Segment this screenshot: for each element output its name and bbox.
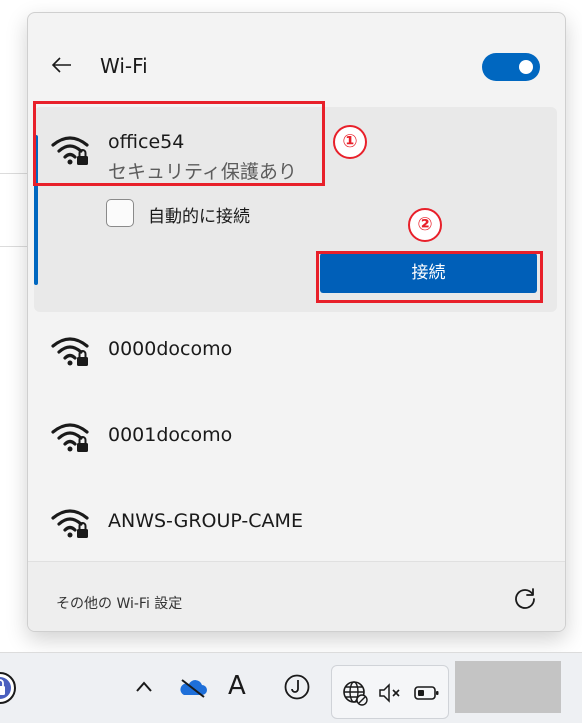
annotation-box-network [33,101,325,186]
refresh-icon[interactable] [512,586,538,612]
ime-mode-indicator[interactable]: A [228,671,246,701]
auto-connect-label: 自動的に接続 [148,207,250,227]
wifi-locked-icon [51,423,89,452]
back-arrow-icon[interactable] [50,53,74,77]
annotation-step-1: ① [333,125,367,159]
network-item[interactable]: 0001docomo [34,398,557,478]
wifi-locked-icon [51,337,89,366]
network-name: ANWS-GROUP-CAME [108,510,303,532]
more-wifi-settings-link[interactable]: その他の Wi-Fi 設定 [56,593,182,613]
wifi-toggle[interactable] [482,53,540,81]
security-app-icon[interactable] [0,669,20,707]
network-name: 0001docomo [108,424,233,446]
annotation-box-connect [316,251,543,303]
network-globe-icon [343,681,368,706]
network-item[interactable]: ANWS-GROUP-CAME [34,484,557,564]
battery-icon [414,686,439,700]
taskbar: A [0,652,582,723]
quick-settings-button[interactable] [331,665,449,719]
flyout-footer: その他の Wi-Fi 設定 [28,561,565,631]
wifi-locked-icon [51,509,89,538]
taskbar-clock-area[interactable] [455,661,561,713]
toggle-knob [519,60,533,74]
onedrive-icon[interactable] [178,677,208,699]
chevron-up-icon[interactable] [134,679,154,695]
flyout-header: Wi-Fi [28,13,565,105]
volume-muted-icon [379,683,400,703]
network-item[interactable]: 0000docomo [34,312,557,392]
annotation-step-2: ② [408,208,442,242]
network-name: 0000docomo [108,338,233,360]
auto-connect-checkbox[interactable] [106,199,134,227]
page-title: Wi-Fi [100,54,148,78]
ime-j-icon[interactable] [283,673,311,701]
